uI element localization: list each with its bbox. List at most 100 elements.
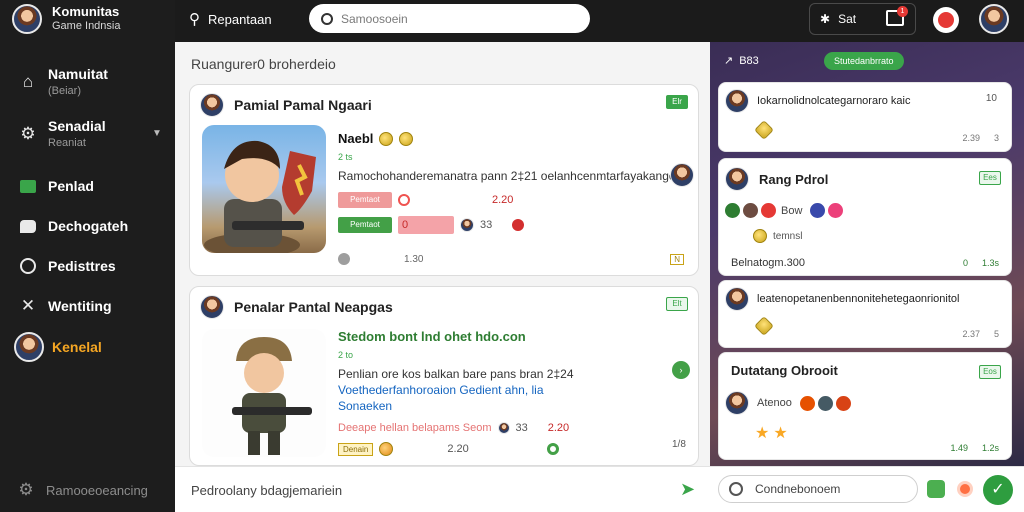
pink-count: 2.20 <box>492 194 514 206</box>
emoji-icon[interactable] <box>761 203 776 218</box>
pink-action-button[interactable]: Pemtaot <box>338 192 392 208</box>
green-action-button[interactable]: Pemtaot <box>338 217 392 233</box>
comment-card[interactable]: Iokarnolidnolcategarnoraro kaic 10 2.39 … <box>718 82 1012 152</box>
sidebar-item-label: Penlad <box>48 178 94 194</box>
comment-avatar[interactable] <box>725 391 749 415</box>
post-description: Ramochohanderemanatra pann 2‡21 oelanhce… <box>338 169 676 183</box>
post-avatar[interactable] <box>200 295 224 319</box>
sidebar-item-settings[interactable]: ⚙ Senadial Reaniat ▼ <box>18 118 162 149</box>
gold-icon <box>754 316 774 336</box>
sidebar-footer-link[interactable]: ⚙ Ramooeoeancing <box>16 480 148 500</box>
post-description-line: Voethederfanhoroaion Gedient ahn, lia <box>338 383 544 397</box>
gear-icon[interactable]: ✱ <box>820 12 830 26</box>
like-count[interactable]: 1.49 <box>950 443 968 453</box>
top-title[interactable]: ⚲ Repantaan <box>189 10 272 28</box>
reaction-sub: temnsl <box>753 229 802 243</box>
ring-icon[interactable] <box>398 194 410 206</box>
send-button[interactable]: ✓ <box>983 475 1013 505</box>
emoji-icon[interactable] <box>743 203 758 218</box>
game-character-image[interactable] <box>202 125 326 253</box>
post-tag[interactable]: Elt <box>666 297 688 311</box>
comment-avatar[interactable] <box>725 167 749 191</box>
chevron-down-icon[interactable]: ▼ <box>152 128 162 139</box>
emoji-icon[interactable] <box>810 203 826 218</box>
clock-icon <box>18 256 38 276</box>
post-tag[interactable]: Elr <box>666 95 688 109</box>
set-label[interactable]: Sat <box>838 12 856 26</box>
sidebar-item-chat[interactable]: Dechogateh <box>18 216 128 236</box>
item-title[interactable]: Naebl <box>338 131 684 146</box>
post-card[interactable]: Penalar Pantal Neapgas Elt Stedom bont l… <box>189 286 699 466</box>
ok-icon[interactable] <box>546 443 559 455</box>
reaction-row: Bow <box>725 203 846 218</box>
brand[interactable]: Komunitas Game Indnsia <box>12 4 120 34</box>
reaction-label: Bow <box>781 204 803 217</box>
record-icon[interactable] <box>957 481 973 497</box>
right-panel: ↗ B83 Stutedanbrrato Iokarnolidnolcatega… <box>710 42 1024 466</box>
item-title[interactable]: Stedom bont lnd ohet hdo.con <box>338 329 684 344</box>
comment-tag[interactable]: Ees <box>979 171 1001 185</box>
user-avatar[interactable] <box>979 4 1009 34</box>
game-character-image[interactable] <box>202 329 326 457</box>
heart-icon[interactable] <box>512 219 525 231</box>
arrow-icon: ↗ <box>724 55 734 67</box>
post-stat: 33 <box>480 219 493 231</box>
post-footer-tag[interactable]: N <box>670 253 684 265</box>
action-row: Denain 2.20 <box>338 442 684 456</box>
emoji-icon[interactable] <box>828 203 844 218</box>
emoji-icon[interactable] <box>799 395 815 411</box>
like-count[interactable]: 2.37 <box>962 329 980 339</box>
view-count: 1.2s <box>981 443 999 453</box>
sidebar-item-label: Senadial <box>48 118 106 134</box>
emoji-icon[interactable] <box>835 395 851 411</box>
emoji-icon[interactable] <box>379 442 394 456</box>
sidebar-item-panel[interactable]: Penlad <box>18 176 94 196</box>
composer-bar: Pedroolany bdagjemariein ➤ Condnebonoem … <box>175 466 1024 512</box>
comment-tag[interactable]: Eos <box>979 365 1001 379</box>
post-title[interactable]: Pamial Pamal Ngaari <box>234 97 372 113</box>
sidebar-item-profile[interactable]: Kenelal <box>14 332 102 362</box>
comment-input[interactable]: Condnebonoem <box>718 475 918 503</box>
post-meta: 2 ts <box>338 152 353 162</box>
reaction-label: Atenoo <box>757 397 792 409</box>
commenter-avatar[interactable] <box>670 163 694 187</box>
comment-card[interactable]: leatenopetanenbennonitehetegaonrionitol … <box>718 280 1012 348</box>
post-avatar[interactable] <box>200 93 224 117</box>
sidebar-item-label: Pedisttres <box>48 258 116 274</box>
play-icon[interactable]: › <box>672 361 690 379</box>
gold-action-button[interactable]: Denain <box>338 442 374 456</box>
sidebar-item-label: Wentiting <box>48 298 112 314</box>
send-icon[interactable]: ➤ <box>680 479 695 500</box>
post-description-line: Sonaeken <box>338 399 393 413</box>
comment-avatar[interactable] <box>725 89 749 113</box>
right-header-label: B83 <box>739 54 759 67</box>
like-count[interactable]: 2.39 <box>962 133 980 143</box>
post-title[interactable]: Penalar Pantal Neapgas <box>234 299 393 315</box>
comment-card[interactable]: Rang Pdrol Ees Bow temnsl Belnatogm.300 … <box>718 158 1012 276</box>
coin-icon <box>379 131 394 146</box>
comment-avatar[interactable] <box>725 287 749 311</box>
attach-icon[interactable] <box>927 480 945 498</box>
search-bar[interactable] <box>309 4 590 33</box>
share-icon[interactable] <box>338 253 350 265</box>
topbar: ⚲ Repantaan ✱ Sat 1 <box>175 0 1024 40</box>
post-card[interactable]: Pamial Pamal Ngaari Elr Naebl 2 ts Ramoc… <box>189 84 699 276</box>
brand-avatar <box>12 4 42 34</box>
comment-card[interactable]: Dutatang Obrooit Eos Atenoo ★ ★ 1.49 1.2… <box>718 352 1012 460</box>
sidebar-item-history[interactable]: Pedisttres <box>18 256 116 276</box>
share-count[interactable]: 3 <box>994 133 999 143</box>
pink-link[interactable]: Deeape hellan belapams Seom <box>338 422 492 434</box>
emoji-icon[interactable] <box>725 203 740 218</box>
search-input[interactable] <box>341 11 571 26</box>
notification-icon[interactable] <box>933 7 959 33</box>
sidebar-item-tools[interactable]: ✕ Wentiting <box>18 296 112 316</box>
sidebar-item-home[interactable]: ⌂ Namuitat (Beiar) <box>18 66 108 97</box>
emoji-icon[interactable] <box>817 395 833 411</box>
status-pill[interactable]: Stutedanbrrato <box>824 52 904 70</box>
emoji-picker-icon[interactable] <box>729 482 743 496</box>
right-header[interactable]: ↗ B83 <box>724 54 759 68</box>
compose-input[interactable]: Pedroolany bdagjemariein <box>191 483 342 498</box>
share-count[interactable]: 5 <box>994 329 999 339</box>
like-count[interactable]: 0 <box>963 258 968 268</box>
coin-icon <box>399 131 414 146</box>
